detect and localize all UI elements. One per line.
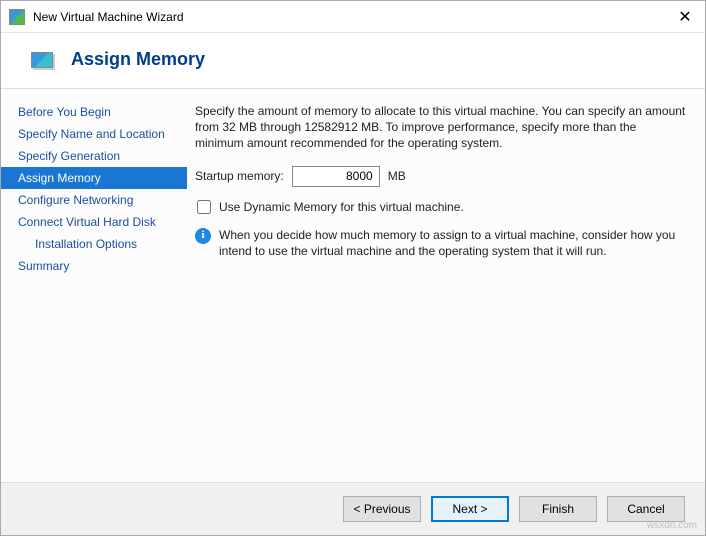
previous-button[interactable]: < Previous [343,496,421,522]
dynamic-memory-label: Use Dynamic Memory for this virtual mach… [219,199,464,215]
step-installation-options[interactable]: Installation Options [1,233,187,255]
wizard-header: Assign Memory [1,33,705,88]
info-text: When you decide how much memory to assig… [219,227,687,259]
page-title: Assign Memory [71,49,205,70]
next-button[interactable]: Next > [431,496,509,522]
finish-button[interactable]: Finish [519,496,597,522]
wizard-content: Specify the amount of memory to allocate… [187,89,705,482]
startup-memory-input[interactable] [292,166,380,187]
wizard-window: New Virtual Machine Wizard ✕ Assign Memo… [0,0,706,536]
wizard-body: Before You Begin Specify Name and Locati… [1,88,705,483]
startup-memory-label: Startup memory: [195,168,284,184]
step-summary[interactable]: Summary [1,255,187,277]
window-title: New Virtual Machine Wizard [33,10,665,24]
description-text: Specify the amount of memory to allocate… [195,103,687,152]
startup-memory-row: Startup memory: MB [195,166,687,187]
startup-memory-unit: MB [388,168,406,184]
step-specify-generation[interactable]: Specify Generation [1,145,187,167]
step-connect-vhd[interactable]: Connect Virtual Hard Disk [1,211,187,233]
step-assign-memory[interactable]: Assign Memory [1,167,187,189]
wizard-footer: < Previous Next > Finish Cancel [1,483,705,535]
dynamic-memory-checkbox[interactable] [197,200,211,214]
cancel-button[interactable]: Cancel [607,496,685,522]
close-icon[interactable]: ✕ [665,1,705,33]
info-icon: i [195,228,211,244]
titlebar: New Virtual Machine Wizard ✕ [1,1,705,33]
step-configure-networking[interactable]: Configure Networking [1,189,187,211]
app-icon [9,9,25,25]
wizard-steps: Before You Begin Specify Name and Locati… [1,89,187,482]
info-row: i When you decide how much memory to ass… [195,227,687,259]
step-before-you-begin[interactable]: Before You Begin [1,101,187,123]
dynamic-memory-row: Use Dynamic Memory for this virtual mach… [195,199,687,215]
vm-icon [31,52,53,68]
step-specify-name[interactable]: Specify Name and Location [1,123,187,145]
